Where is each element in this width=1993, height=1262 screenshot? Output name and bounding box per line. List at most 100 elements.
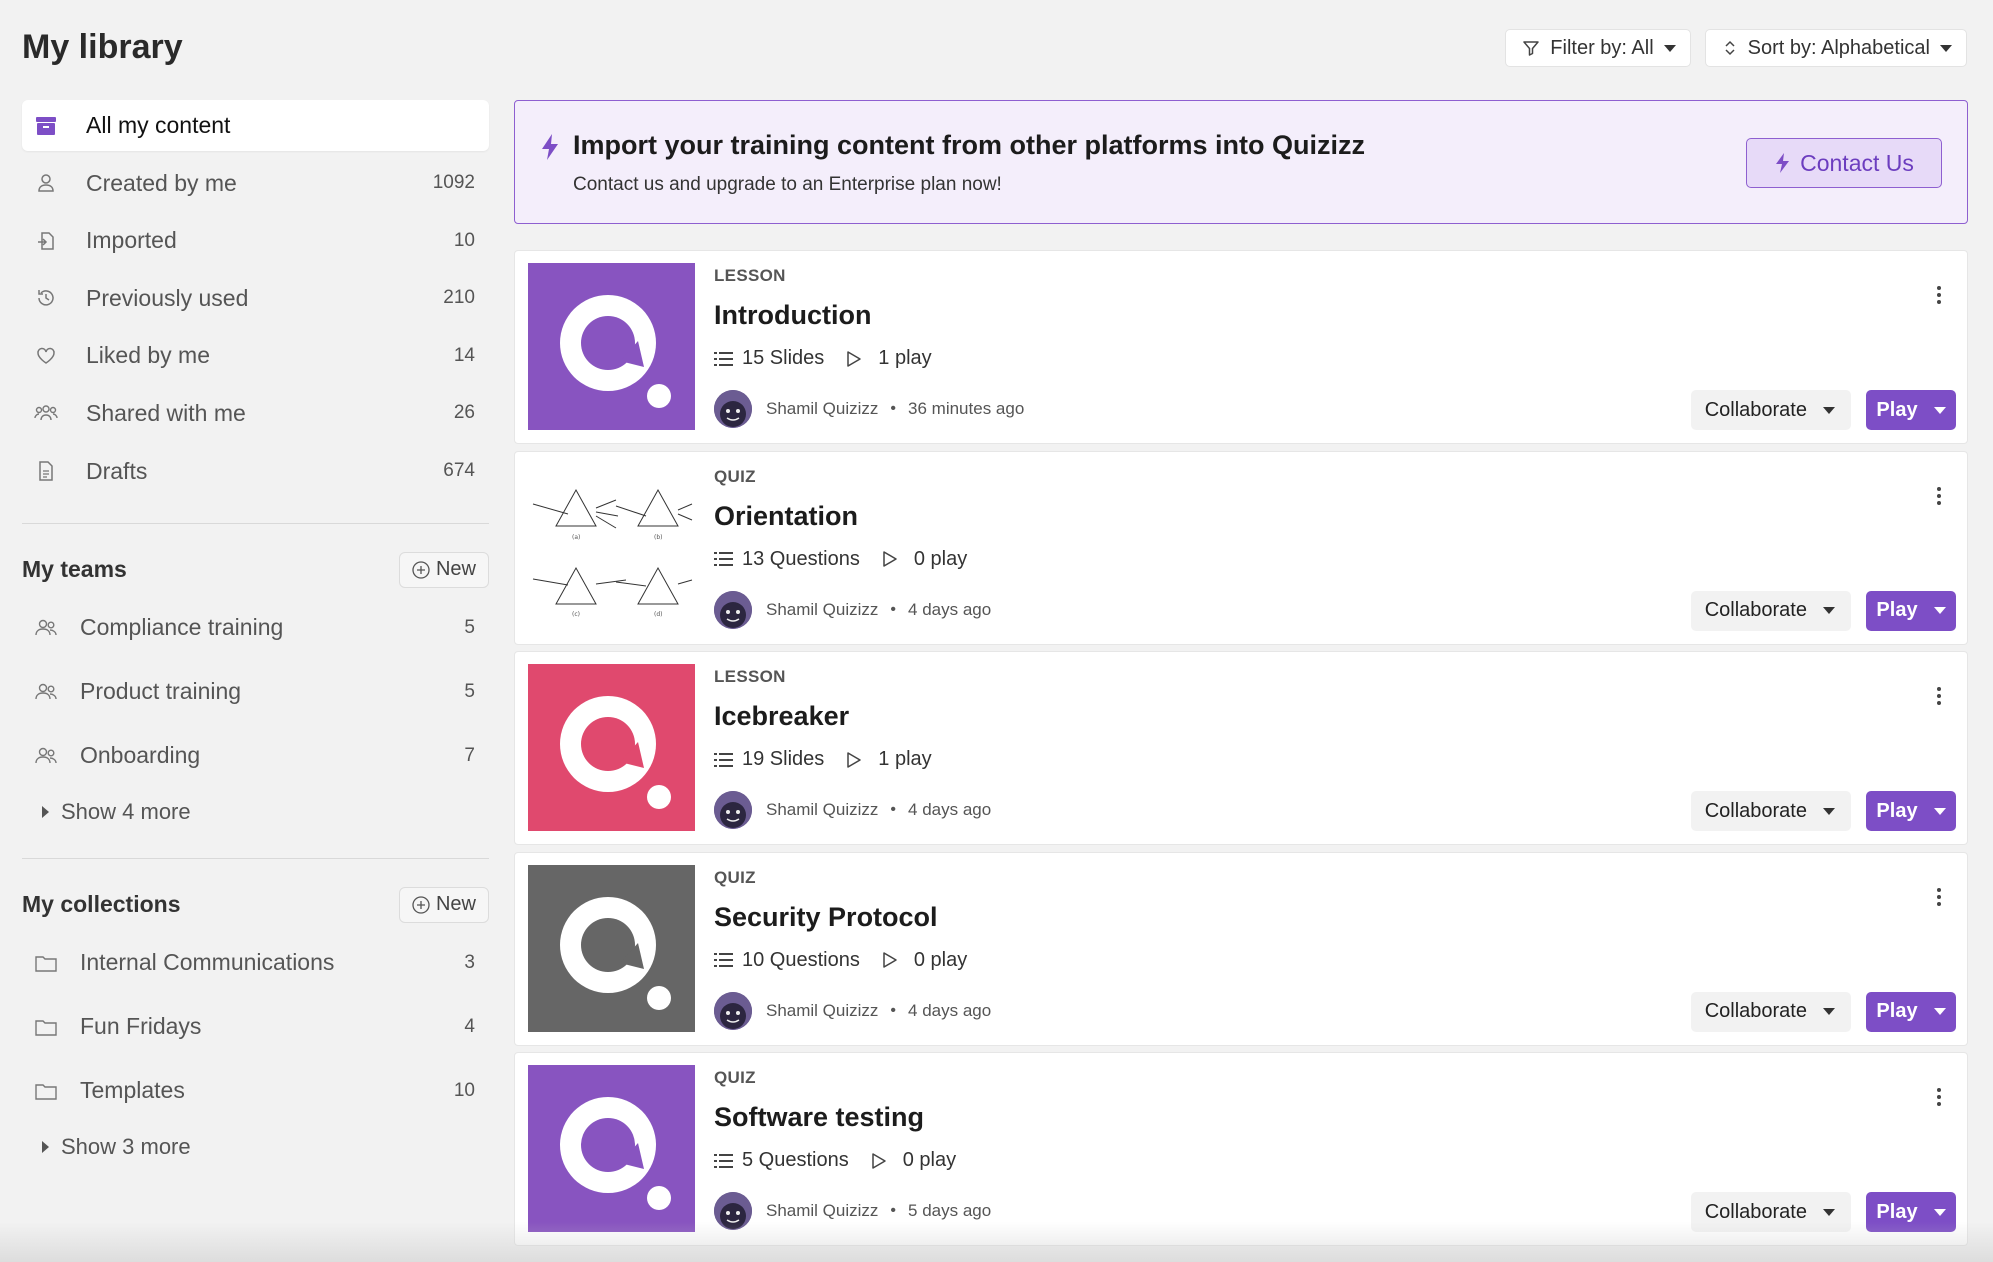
new-team-button[interactable]: New bbox=[398, 551, 489, 588]
collaborate-button[interactable]: Collaborate bbox=[1690, 991, 1851, 1032]
content-title[interactable]: Security Protocol bbox=[714, 902, 938, 933]
chevron-down-icon bbox=[1823, 406, 1835, 414]
list-icon bbox=[714, 551, 734, 567]
chevron-down-icon bbox=[1823, 607, 1835, 615]
content-meta: 5 Questions 0 play bbox=[714, 1149, 956, 1172]
sidebar-item-liked-by-me[interactable]: Liked by me 14 bbox=[22, 330, 489, 381]
team-count: 5 bbox=[464, 680, 475, 702]
page-title: My library bbox=[22, 28, 183, 66]
more-options-icon[interactable] bbox=[1936, 285, 1942, 305]
sidebar-item-team[interactable]: Product training 5 bbox=[22, 666, 489, 718]
sidebar-item-all-content[interactable]: All my content bbox=[22, 100, 489, 151]
collaborate-button[interactable]: Collaborate bbox=[1690, 590, 1851, 631]
content-type: QUIZ bbox=[714, 867, 756, 887]
content-card[interactable]: LESSON Icebreaker 19 Slides 1 play Shami… bbox=[514, 651, 1968, 846]
sidebar-item-label: Created by me bbox=[86, 169, 237, 196]
lightning-icon bbox=[539, 133, 561, 161]
sidebar-item-created-by-me[interactable]: Created by me 1092 bbox=[22, 158, 489, 209]
more-options-icon[interactable] bbox=[1936, 486, 1942, 506]
chevron-down-icon bbox=[1933, 607, 1946, 615]
play-icon bbox=[882, 550, 898, 568]
collaborate-button[interactable]: Collaborate bbox=[1690, 390, 1851, 430]
list-icon bbox=[714, 952, 734, 968]
updated-time: 36 minutes ago bbox=[908, 399, 1025, 418]
svg-text:(b): (b) bbox=[654, 534, 663, 541]
plus-circle-icon bbox=[412, 560, 430, 579]
collection-label: Templates bbox=[80, 1077, 185, 1104]
more-options-icon[interactable] bbox=[1936, 1087, 1942, 1107]
folder-icon bbox=[34, 1015, 58, 1039]
sidebar-item-label: Shared with me bbox=[86, 399, 246, 426]
avatar bbox=[714, 390, 752, 428]
separator-dot: • bbox=[890, 1001, 897, 1019]
play-label: Play bbox=[1876, 1000, 1918, 1023]
sidebar-item-collection[interactable]: Fun Fridays 4 bbox=[22, 1001, 489, 1053]
sidebar-item-team[interactable]: Compliance training 5 bbox=[22, 602, 489, 654]
content-card[interactable]: LESSON Introduction 15 Slides 1 play Sha… bbox=[514, 250, 1968, 444]
updated-time: 4 days ago bbox=[908, 1000, 992, 1020]
content-meta: 19 Slides 1 play bbox=[714, 748, 932, 771]
collaborate-label: Collaborate bbox=[1704, 599, 1807, 622]
show-more-teams[interactable]: Show 4 more bbox=[22, 792, 489, 832]
content-card[interactable]: (a) (b) (c) (d) QUIZ Orientation 13 Questio… bbox=[514, 450, 1968, 645]
content-title[interactable]: Introduction bbox=[714, 300, 871, 331]
collections-title: My collections bbox=[22, 891, 181, 918]
more-options-icon[interactable] bbox=[1936, 686, 1942, 706]
collection-count: 4 bbox=[464, 1015, 475, 1037]
play-count: 0 play bbox=[913, 948, 968, 971]
sidebar-item-drafts[interactable]: Drafts 674 bbox=[22, 446, 489, 497]
users-icon bbox=[34, 401, 58, 425]
sidebar-item-imported[interactable]: Imported 10 bbox=[22, 215, 489, 266]
separator-dot: • bbox=[890, 600, 897, 618]
teams-header: My teams New bbox=[22, 550, 489, 590]
new-collection-button[interactable]: New bbox=[398, 886, 489, 923]
folder-icon bbox=[34, 951, 58, 975]
top-controls: Filter by: All Sort by: Alphabetical bbox=[1505, 29, 1967, 67]
chevron-right-icon bbox=[42, 1140, 49, 1153]
chevron-down-icon bbox=[1940, 44, 1952, 52]
team-icon bbox=[34, 680, 58, 704]
sidebar-item-team[interactable]: Onboarding 7 bbox=[22, 730, 489, 782]
user-icon bbox=[34, 171, 58, 195]
content-title[interactable]: Icebreaker bbox=[714, 701, 849, 732]
play-button[interactable]: Play bbox=[1866, 390, 1956, 430]
folder-icon bbox=[34, 1079, 58, 1103]
sidebar-item-collection[interactable]: Templates 10 bbox=[22, 1065, 489, 1117]
play-button[interactable]: Play bbox=[1866, 590, 1956, 631]
collections-header: My collections New bbox=[22, 885, 489, 925]
content-type: QUIZ bbox=[714, 1068, 756, 1088]
filter-button[interactable]: Filter by: All bbox=[1505, 29, 1691, 67]
author-name: Shamil Quizizz bbox=[766, 800, 879, 820]
more-options-icon[interactable] bbox=[1936, 887, 1942, 907]
content-title[interactable]: Software testing bbox=[714, 1102, 924, 1133]
chevron-down-icon bbox=[1823, 1208, 1835, 1216]
collaborate-button[interactable]: Collaborate bbox=[1690, 1192, 1851, 1233]
avatar bbox=[714, 590, 752, 629]
show-more-collections[interactable]: Show 3 more bbox=[22, 1127, 489, 1167]
content-author: Shamil Quizizz • 4 days ago bbox=[714, 991, 992, 1030]
sort-button[interactable]: Sort by: Alphabetical bbox=[1704, 29, 1967, 67]
collection-count: 10 bbox=[453, 1079, 475, 1101]
content-card[interactable]: QUIZ Security Protocol 10 Questions 0 pl… bbox=[514, 851, 1968, 1046]
sidebar-item-label: Liked by me bbox=[86, 342, 211, 369]
sidebar-item-collection[interactable]: Internal Communications 3 bbox=[22, 937, 489, 989]
collaborate-button[interactable]: Collaborate bbox=[1690, 791, 1851, 832]
content-card[interactable]: QUIZ Software testing 5 Questions 0 play… bbox=[514, 1052, 1968, 1247]
content-title[interactable]: Orientation bbox=[714, 501, 858, 532]
sidebar-item-shared-with-me[interactable]: Shared with me 26 bbox=[22, 388, 489, 439]
content-count: 15 Slides bbox=[742, 347, 825, 369]
sidebar-item-previously-used[interactable]: Previously used 210 bbox=[22, 273, 489, 324]
divider bbox=[22, 857, 489, 859]
list-icon bbox=[714, 351, 734, 367]
play-button[interactable]: Play bbox=[1866, 791, 1956, 832]
content-meta: 15 Slides 1 play bbox=[714, 347, 932, 370]
play-button[interactable]: Play bbox=[1866, 1192, 1956, 1233]
contact-us-button[interactable]: Contact Us bbox=[1746, 138, 1942, 188]
play-count: 1 play bbox=[878, 347, 932, 369]
play-button[interactable]: Play bbox=[1866, 991, 1956, 1032]
sidebar-item-count: 10 bbox=[453, 229, 475, 251]
content-type: QUIZ bbox=[714, 466, 756, 486]
document-icon bbox=[34, 459, 58, 483]
updated-time: 4 days ago bbox=[908, 599, 992, 619]
team-label: Compliance training bbox=[80, 614, 284, 641]
